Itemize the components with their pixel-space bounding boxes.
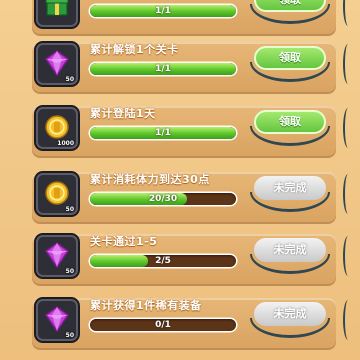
task-title: 累计解锁1个关卡 <box>90 43 179 56</box>
button-label: 未完成 <box>254 238 326 262</box>
frame-edge <box>343 44 353 84</box>
button-label: 未完成 <box>254 302 326 326</box>
progress-bar: 20/30 <box>90 193 236 205</box>
gold-coin-icon <box>44 180 70 206</box>
progress-label: 1/1 <box>155 6 171 16</box>
reward-icon-box: 50 <box>36 235 78 277</box>
reward-icon-box <box>36 0 78 27</box>
gift-icon <box>44 0 70 18</box>
progress-bar: 1/1 <box>90 5 236 17</box>
gold-coin-icon <box>44 114 70 140</box>
claim-button[interactable]: 领取 <box>250 110 330 146</box>
progress-label: 0/1 <box>155 320 171 330</box>
progress-bar: 1/1 <box>90 127 236 139</box>
frame-edge <box>343 0 353 26</box>
progress-bar: 2/5 <box>90 255 236 267</box>
reward-count: 50 <box>65 268 74 275</box>
task-row: 50 累计解锁1个关卡 1/1 领取 <box>0 36 345 94</box>
progress-label: 1/1 <box>155 64 171 74</box>
progress-label: 2/5 <box>155 256 171 266</box>
reward-count: 50 <box>65 76 74 83</box>
button-label: 领取 <box>254 110 326 134</box>
purple-gem-icon <box>44 242 70 269</box>
frame-edge <box>343 174 353 214</box>
task-title: 累计登陆1天 <box>90 107 156 120</box>
task-title: 累计获得1件稀有装备 <box>90 299 202 312</box>
task-row: 1/1 领取 <box>0 0 345 36</box>
incomplete-button[interactable]: 未完成 <box>250 176 330 212</box>
incomplete-button[interactable]: 未完成 <box>250 238 330 274</box>
progress-label: 1/1 <box>155 128 171 138</box>
progress-label: 20/30 <box>148 194 178 204</box>
task-row: 50 关卡通过1-5 2/5 未完成 <box>0 228 345 286</box>
button-label: 领取 <box>254 46 326 70</box>
reward-count: 50 <box>65 206 74 213</box>
reward-icon-box: 1000 <box>36 107 78 149</box>
progress-bar: 0/1 <box>90 319 236 331</box>
frame-edge <box>343 236 353 276</box>
reward-icon-box: 50 <box>36 173 78 215</box>
reward-count: 1000 <box>57 140 74 147</box>
purple-gem-icon <box>44 50 70 77</box>
reward-count: 50 <box>65 332 74 339</box>
claim-button[interactable]: 领取 <box>250 0 330 24</box>
button-label: 领取 <box>254 0 326 12</box>
incomplete-button[interactable]: 未完成 <box>250 302 330 338</box>
frame-edge <box>343 300 353 340</box>
claim-button[interactable]: 领取 <box>250 46 330 82</box>
purple-gem-icon <box>44 306 70 333</box>
button-label: 未完成 <box>254 176 326 200</box>
frame-edge <box>343 108 353 148</box>
reward-icon-box: 50 <box>36 43 78 85</box>
task-title: 关卡通过1-5 <box>90 235 158 248</box>
task-row: 50 累计消耗体力到达30点 20/30 未完成 <box>0 166 345 224</box>
task-title: 累计消耗体力到达30点 <box>90 173 210 186</box>
task-row: 50 累计获得1件稀有装备 0/1 未完成 <box>0 292 345 350</box>
reward-icon-box: 50 <box>36 299 78 341</box>
task-row: 1000 累计登陆1天 1/1 领取 <box>0 100 345 158</box>
progress-bar: 1/1 <box>90 63 236 75</box>
